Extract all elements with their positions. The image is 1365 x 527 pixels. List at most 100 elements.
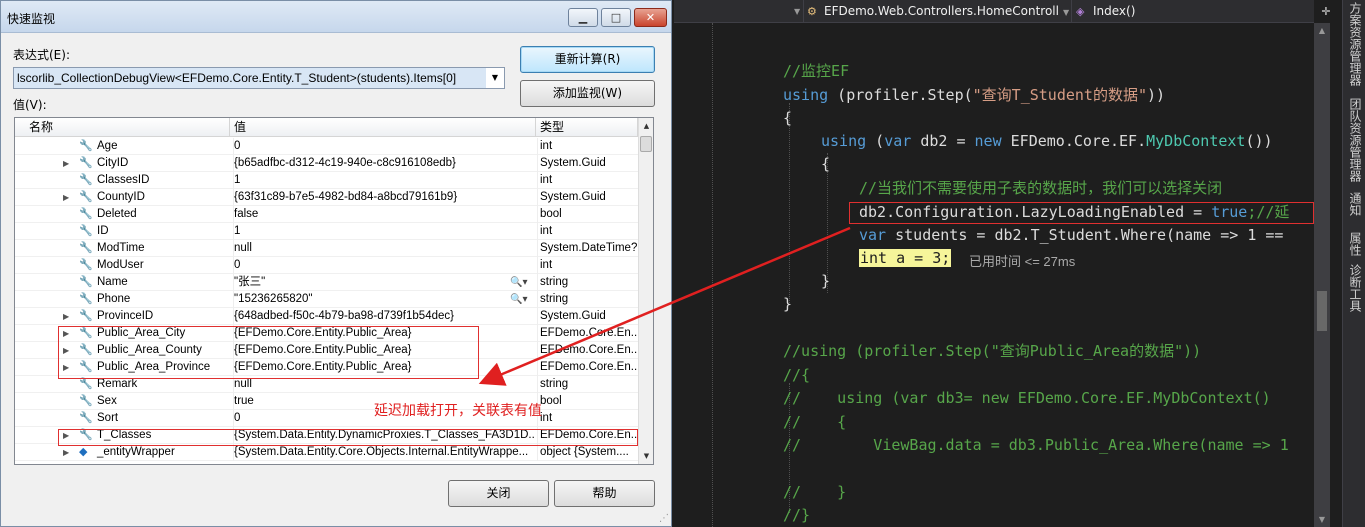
add-watch-button[interactable]: 添加监视(W) [520, 80, 655, 107]
expression-combobox[interactable]: ▼ [13, 67, 505, 89]
scroll-up-icon[interactable]: ▲ [1314, 26, 1330, 35]
code-line-18: //} [783, 506, 811, 524]
table-row[interactable]: 🔧 ID 1 int [15, 223, 638, 240]
field-icon: ◆ [79, 446, 88, 458]
row-value[interactable]: 0 [233, 138, 535, 155]
table-row[interactable]: 🔧 ClassesID 1 int [15, 172, 638, 189]
column-header-name[interactable]: 名称 [15, 118, 230, 137]
wrench-icon: 🔧 [79, 242, 93, 254]
expression-input[interactable] [14, 68, 486, 88]
expand-icon[interactable]: ▶ [63, 308, 73, 325]
row-value[interactable]: 1 [233, 223, 535, 240]
table-row[interactable]: 🔧 Sex true bool [15, 393, 638, 410]
code-line-10: } [821, 272, 831, 290]
code-line-16: // ViewBag.data = db3.Public_Area.Where(… [783, 436, 1289, 454]
table-row[interactable]: 🔧 Name "张三" 🔍▾ string [15, 274, 638, 291]
table-row[interactable]: ▶ ◆ _entityWrapper {System.Data.Entity.Core… [15, 444, 638, 461]
watch-grid[interactable]: 名称 值 类型 🔧 Age 0 int ▶ 🔧 CityID {b65adfbc-d312-4… [14, 117, 654, 465]
project-dropdown[interactable]: ▼ [674, 0, 804, 23]
tab-team-explorer[interactable]: 团队资源管理器 [1343, 98, 1365, 182]
value-label: 值(V): [13, 98, 47, 112]
wrench-icon: 🔧 [79, 310, 93, 322]
row-type: System.Guid [537, 155, 637, 172]
row-value[interactable]: false [233, 206, 535, 223]
code-line-6: //当我们不需要使用子表的数据时，我们可以选择关闭 [859, 179, 1223, 197]
table-row[interactable]: 🔧 Deleted false bool [15, 206, 638, 223]
tab-solution-explorer[interactable]: 方案资源管理器 [1343, 2, 1365, 86]
wrench-icon: 🔧 [79, 293, 93, 305]
table-row[interactable]: 🔧 Age 0 int [15, 138, 638, 155]
wrench-icon: 🔧 [79, 140, 93, 152]
row-value[interactable]: {System.Data.Entity.Core.Objects.Interna… [233, 444, 535, 461]
column-header-value[interactable]: 值 [230, 118, 536, 137]
tab-diagnostic-tools[interactable]: 诊断工具 [1343, 264, 1365, 312]
expand-icon[interactable]: ▶ [63, 189, 73, 206]
chevron-down-icon[interactable]: ▼ [486, 68, 504, 88]
maximize-button[interactable]: □ [601, 8, 631, 27]
row-value[interactable]: {b65adfbc-d312-4c19-940e-c8c916108edb} [233, 155, 535, 172]
annotation-text: 延迟加载打开，关联表有值 [374, 403, 542, 419]
tab-notifications[interactable]: 通知 [1343, 192, 1365, 216]
scroll-down-icon[interactable]: ▼ [639, 448, 653, 464]
scroll-up-icon[interactable]: ▲ [639, 118, 653, 134]
magnifier-icon[interactable]: 🔍▾ [510, 274, 527, 291]
wrench-icon: 🔧 [79, 395, 93, 407]
row-name: ClassesID [97, 174, 150, 186]
scroll-thumb[interactable] [640, 136, 652, 152]
row-name: Sex [97, 395, 117, 407]
table-row[interactable]: ▶ 🔧 ProvinceID {648adbed-f50c-4b79-ba98-d73… [15, 308, 638, 325]
magnifier-icon[interactable]: 🔍▾ [510, 291, 527, 308]
code-line-8: var students = db2.T_Student.Where(name … [859, 226, 1284, 244]
row-name: ID [97, 225, 109, 237]
class-dropdown[interactable]: ⚙ EFDemo.Web.Controllers.HomeControll ▼ [807, 0, 1072, 23]
expand-icon[interactable]: ▶ [63, 444, 73, 461]
resize-grip-icon[interactable]: ⋰ [659, 513, 669, 524]
row-name: CountyID [97, 191, 145, 203]
column-header-type[interactable]: 类型 [536, 118, 638, 137]
tab-properties[interactable]: 属性 [1343, 232, 1365, 256]
row-value[interactable]: "张三" [233, 274, 535, 291]
close-window-button[interactable]: ✕ [634, 8, 667, 27]
table-row[interactable]: 🔧 Phone "15236265820" 🔍▾ string [15, 291, 638, 308]
row-type: System.Guid [537, 189, 637, 206]
tool-window-tabs: 方案资源管理器 团队资源管理器 通知 属性 诊断工具 [1342, 0, 1365, 527]
minimize-button[interactable]: ▁ [568, 8, 598, 27]
row-value[interactable]: {648adbed-f50c-4b79-ba98-d739f1b54dec} [233, 308, 535, 325]
elapsed-time-tip: 已用时间 <= 27ms [969, 254, 1076, 269]
row-value[interactable]: 1 [233, 172, 535, 189]
expand-icon[interactable]: ▶ [63, 155, 73, 172]
wrench-icon: 🔧 [79, 157, 93, 169]
code-area[interactable]: //监控EF using (profiler.Step("查询T_Student… [674, 23, 1314, 527]
table-row[interactable]: 🔧 Sort 0 int [15, 410, 638, 427]
row-type: int [537, 138, 637, 155]
scroll-down-icon[interactable]: ▼ [1314, 515, 1330, 524]
split-view-button[interactable]: ✛ [1319, 0, 1333, 23]
row-value[interactable]: "15236265820" [233, 291, 535, 308]
grid-rows: 🔧 Age 0 int ▶ 🔧 CityID {b65adfbc-d312-4c19-940e… [15, 138, 638, 461]
method-icon: ◈ [1076, 5, 1085, 18]
table-row[interactable]: ▶ 🔧 CountyID {63f31c89-b7e5-4982-bd84-a8bcd… [15, 189, 638, 206]
code-line-1: //监控EF [783, 62, 850, 80]
highlight-lazy-loading-line [849, 202, 1314, 224]
code-line-4: using (var db2 = new EFDemo.Core.EF.MyDb… [821, 132, 1273, 150]
close-button[interactable]: 关闭 [448, 480, 549, 507]
row-name: ProvinceID [97, 310, 154, 322]
row-value[interactable]: 0 [233, 257, 535, 274]
editor-scrollbar[interactable]: ▲ ▼ [1314, 23, 1330, 527]
code-line-15: // { [783, 413, 847, 431]
table-row[interactable]: 🔧 ModTime null System.DateTime? [15, 240, 638, 257]
row-name: _entityWrapper [97, 446, 175, 458]
help-button[interactable]: 帮助 [554, 480, 655, 507]
table-row[interactable]: ▶ 🔧 CityID {b65adfbc-d312-4c19-940e-c8c9161… [15, 155, 638, 172]
recalculate-button[interactable]: 重新计算(R) [520, 46, 655, 73]
grid-scrollbar[interactable]: ▲ ▼ [638, 118, 653, 464]
row-value[interactable]: null [233, 240, 535, 257]
wrench-icon: 🔧 [79, 276, 93, 288]
dialog-titlebar[interactable]: 快速监视 ▁ □ ✕ [1, 1, 671, 33]
table-row[interactable]: 🔧 ModUser 0 int [15, 257, 638, 274]
scroll-thumb[interactable] [1317, 291, 1327, 331]
member-dropdown[interactable]: ◈ Index() [1076, 0, 1308, 23]
row-value[interactable]: {63f31c89-b7e5-4982-bd84-a8bcd79161b9} [233, 189, 535, 206]
row-type: string [537, 291, 637, 308]
highlight-t-classes-row [58, 429, 638, 446]
